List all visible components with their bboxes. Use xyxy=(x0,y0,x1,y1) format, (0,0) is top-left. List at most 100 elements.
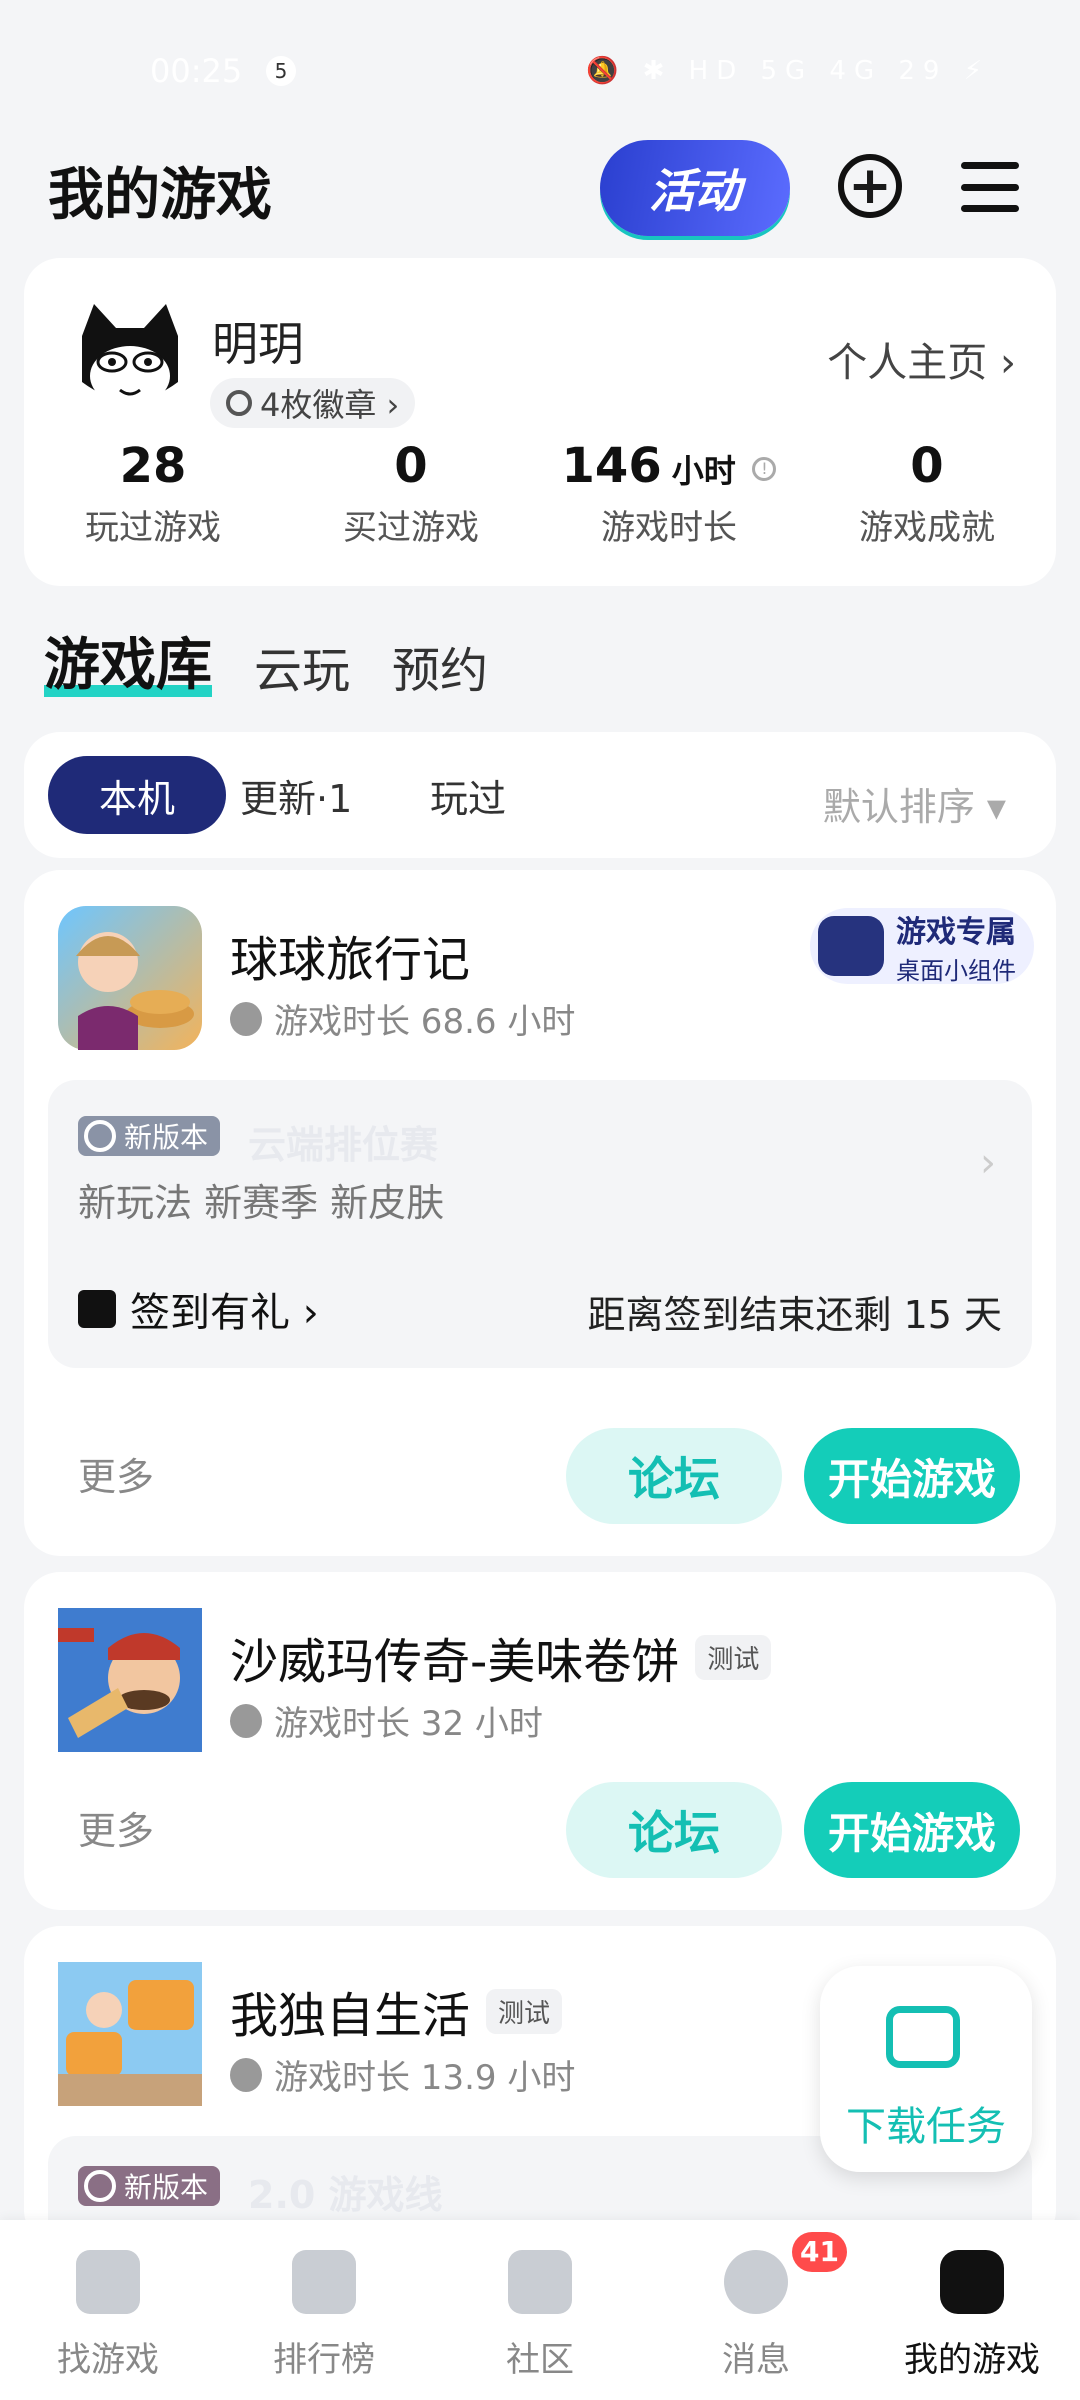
filter-bar: 本机 更新·1 玩过 默认排序 ▾ xyxy=(24,732,1056,858)
playtime-text: 游戏时长 13.9 小时 xyxy=(274,2058,576,2098)
start-game-button[interactable]: 开始游戏 xyxy=(804,1782,1020,1878)
avatar[interactable] xyxy=(60,290,200,430)
game-playtime: 游戏时长 32 小时 xyxy=(230,1696,543,1745)
game-title-text: 沙威玛传奇-美味卷饼 xyxy=(230,1634,680,1690)
filter-played[interactable]: 玩过 xyxy=(430,756,506,834)
playtime-text: 游戏时长 68.6 小时 xyxy=(274,1002,576,1042)
status-icons: 🔕 ✱ HD 5G 4G 29 ⚡ xyxy=(585,56,990,86)
badges-button[interactable]: 4枚徽章 › xyxy=(210,378,416,428)
stat-bought[interactable]: 0 买过游戏 xyxy=(282,438,540,549)
nav-label: 找游戏 xyxy=(57,2340,159,2380)
forum-button[interactable]: 论坛 xyxy=(566,1782,782,1878)
new-version-badge: 新版本 xyxy=(78,1116,221,1156)
signin-countdown: 距离签到结束还剩 15 天 xyxy=(587,1293,1002,1337)
stat-achievements[interactable]: 0 游戏成就 xyxy=(798,438,1056,549)
tab-reservations[interactable]: 预约 xyxy=(392,631,488,701)
game-playtime: 游戏时长 13.9 小时 xyxy=(230,2050,575,2099)
tab-cloud[interactable]: 云玩 xyxy=(254,631,350,701)
version-title: 2.0 游戏线 xyxy=(248,2173,443,2217)
version-desc: 新玩法 新赛季 新皮肤 xyxy=(78,1181,445,1225)
game-title[interactable]: 沙威玛传奇-美味卷饼 测试 xyxy=(230,1622,772,1692)
version-icon xyxy=(84,1120,116,1152)
game-title-text: 球球旅行记 xyxy=(230,932,471,988)
signin-reward[interactable]: 签到有礼 › xyxy=(78,1280,319,1338)
stopwatch-icon xyxy=(230,2057,262,2092)
hammer-icon xyxy=(76,2250,140,2314)
stat-value: 28 xyxy=(119,438,187,494)
version-badge-text: 新版本 xyxy=(124,1121,209,1154)
forum-button[interactable]: 论坛 xyxy=(566,1428,782,1524)
nav-label: 我的游戏 xyxy=(904,2340,1040,2380)
version-title: 云端排位赛 xyxy=(248,1123,439,1167)
nav-community[interactable]: 社区 xyxy=(432,2220,648,2400)
game-title-text: 我独自生活 xyxy=(230,1988,471,2044)
game-icon[interactable] xyxy=(58,1962,202,2106)
filter-local[interactable]: 本机 xyxy=(48,756,226,834)
chevron-right-icon: › xyxy=(980,1140,996,1186)
download-tasks-label: 下载任务 xyxy=(846,2104,1006,2150)
nav-find-games[interactable]: 找游戏 xyxy=(0,2220,216,2400)
notification-count: 5 xyxy=(266,56,296,86)
widget-button[interactable]: 游戏专属 桌面小组件 xyxy=(810,908,1034,985)
gift-icon xyxy=(78,1290,116,1328)
badges-label: 4枚徽章 › xyxy=(260,386,400,424)
library-tabs: 游戏库 云玩 预约 xyxy=(44,620,488,701)
community-icon xyxy=(508,2250,572,2314)
stat-label: 游戏时长 xyxy=(601,508,737,548)
nav-label: 排行榜 xyxy=(273,2340,375,2380)
medal-icon xyxy=(226,390,252,416)
stat-label: 买过游戏 xyxy=(343,508,479,548)
version-icon xyxy=(84,2170,116,2202)
stat-unit: 小时 xyxy=(671,452,736,490)
download-icon xyxy=(886,2006,960,2068)
widget-subtitle: 桌面小组件 xyxy=(896,956,1016,985)
game-icon[interactable] xyxy=(58,906,202,1050)
stat-label: 玩过游戏 xyxy=(85,508,221,548)
username: 明玥 xyxy=(212,317,304,371)
message-count-badge: 41 xyxy=(792,2232,847,2272)
stat-played[interactable]: 28 玩过游戏 xyxy=(24,438,282,549)
nav-messages[interactable]: 41 消息 xyxy=(648,2220,864,2400)
page-header: 我的游戏 活动 + xyxy=(0,140,1080,260)
promo-box[interactable]: 新版本 云端排位赛 新玩法 新赛季 新皮肤 › 签到有礼 › 距离签到结束还剩 … xyxy=(48,1080,1032,1368)
nav-label: 消息 xyxy=(722,2340,790,2380)
activity-button[interactable]: 活动 xyxy=(600,140,790,236)
podium-icon xyxy=(292,2250,356,2314)
game-icon[interactable] xyxy=(58,1608,202,1752)
start-game-button[interactable]: 开始游戏 xyxy=(804,1428,1020,1524)
game-title[interactable]: 球球旅行记 xyxy=(230,920,470,990)
stat-playtime[interactable]: 146 小时 ! 游戏时长 xyxy=(540,438,798,549)
game-card: 球球旅行记 游戏时长 68.6 小时 游戏专属 桌面小组件 新版本 云端排位赛 … xyxy=(24,870,1056,1556)
nav-rankings[interactable]: 排行榜 xyxy=(216,2220,432,2400)
info-icon[interactable]: ! xyxy=(752,457,777,481)
homepage-link[interactable]: 个人主页 › xyxy=(827,330,1016,388)
stat-value: 146 xyxy=(561,438,662,494)
menu-icon[interactable] xyxy=(958,162,1022,212)
game-playtime: 游戏时长 68.6 小时 xyxy=(230,994,575,1043)
game-card: 沙威玛传奇-美味卷饼 测试 游戏时长 32 小时 更多 论坛 开始游戏 xyxy=(24,1572,1056,1910)
sort-dropdown[interactable]: 默认排序 ▾ xyxy=(823,776,1006,831)
activity-label: 活动 xyxy=(649,164,741,218)
more-button[interactable]: 更多 xyxy=(78,1800,154,1855)
status-bar: 00:25 5 🔕 ✱ HD 5G 4G 29 ⚡ xyxy=(0,0,1080,140)
more-button[interactable]: 更多 xyxy=(78,1446,154,1501)
widget-title: 游戏专属 xyxy=(896,914,1016,950)
tab-library[interactable]: 游戏库 xyxy=(44,620,212,701)
stat-value: 0 xyxy=(910,438,944,494)
add-icon[interactable]: + xyxy=(838,154,902,218)
test-tag: 测试 xyxy=(695,1634,772,1680)
stopwatch-icon xyxy=(230,1703,262,1738)
download-tasks-button[interactable]: 下载任务 xyxy=(820,1966,1032,2172)
gamepad-icon xyxy=(818,916,884,976)
nav-label: 社区 xyxy=(506,2340,574,2380)
stat-label: 游戏成就 xyxy=(859,508,995,548)
gamepad-icon xyxy=(940,2250,1004,2314)
filter-updates[interactable]: 更新·1 xyxy=(240,756,352,834)
signin-label: 签到有礼 › xyxy=(130,1290,319,1336)
game-title[interactable]: 我独自生活 测试 xyxy=(230,1976,563,2046)
stat-value: 0 xyxy=(394,438,428,494)
nav-my-games[interactable]: 我的游戏 xyxy=(864,2220,1080,2400)
version-badge-text: 新版本 xyxy=(124,2171,209,2204)
status-time: 00:25 xyxy=(150,52,243,90)
test-tag: 测试 xyxy=(486,1988,563,2034)
